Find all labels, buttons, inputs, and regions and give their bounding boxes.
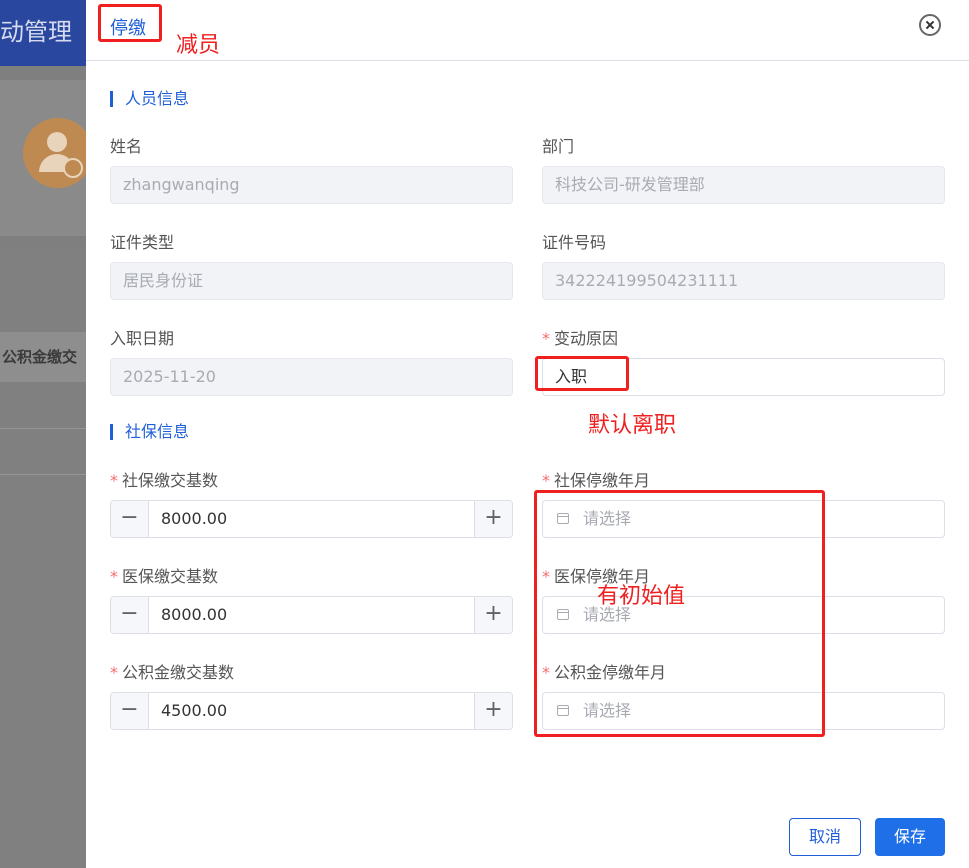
section-title-social: 社保信息 bbox=[110, 424, 189, 440]
background-column-label: 公积金缴交 bbox=[2, 348, 78, 366]
medical-base-stepper: − 8000.00 + bbox=[110, 596, 513, 634]
annotation-date-note: 有初始值 bbox=[597, 584, 686, 609]
name-label: 姓名 bbox=[110, 137, 143, 156]
id-type-label: 证件类型 bbox=[110, 233, 175, 252]
medical-base-input[interactable]: 8000.00 bbox=[161, 597, 227, 633]
annotation-box-reason bbox=[535, 356, 629, 391]
stop-payment-drawer: 停缴 人员信息 姓名 zhangwanqing 部门 科技公司-研发管理部 证件… bbox=[86, 0, 969, 868]
id-type-field: 居民身份证 bbox=[110, 262, 513, 300]
background-page: 动管理 公积金缴交 bbox=[0, 0, 86, 868]
department-label: 部门 bbox=[542, 137, 575, 156]
department-field: 科技公司-研发管理部 bbox=[542, 166, 945, 204]
decrement-button[interactable]: − bbox=[111, 597, 149, 633]
id-number-label: 证件号码 bbox=[542, 233, 607, 252]
annotation-reason-note: 默认离职 bbox=[588, 413, 677, 438]
background-column-header: 公积金缴交 bbox=[0, 332, 86, 382]
section-title-person: 人员信息 bbox=[110, 91, 189, 107]
annotation-box-title bbox=[98, 4, 162, 42]
annotation-title-note: 减员 bbox=[176, 33, 221, 58]
required-mark: * bbox=[110, 471, 118, 490]
social-base-input[interactable]: 8000.00 bbox=[161, 501, 227, 537]
fund-base-input[interactable]: 4500.00 bbox=[161, 693, 227, 729]
cancel-button[interactable]: 取消 bbox=[789, 818, 861, 856]
background-title: 动管理 bbox=[0, 18, 72, 46]
name-field: zhangwanqing bbox=[110, 166, 513, 204]
medical-base-label: * 医保缴交基数 bbox=[110, 567, 219, 586]
hire-date-label: 入职日期 bbox=[110, 329, 175, 348]
required-mark: * bbox=[542, 471, 550, 490]
save-button[interactable]: 保存 bbox=[875, 818, 945, 856]
background-divider bbox=[0, 474, 86, 475]
user-minus-avatar-icon bbox=[23, 118, 86, 188]
social-stop-label: * 社保停缴年月 bbox=[542, 471, 651, 490]
increment-button[interactable]: + bbox=[474, 693, 512, 729]
required-mark: * bbox=[110, 567, 118, 586]
required-mark: * bbox=[110, 663, 118, 682]
fund-base-label: * 公积金缴交基数 bbox=[110, 663, 235, 682]
change-reason-label: * 变动原因 bbox=[542, 329, 619, 348]
required-mark: * bbox=[542, 329, 550, 348]
increment-button[interactable]: + bbox=[474, 501, 512, 537]
background-divider bbox=[0, 428, 86, 429]
social-base-stepper: − 8000.00 + bbox=[110, 500, 513, 538]
decrement-button[interactable]: − bbox=[111, 501, 149, 537]
increment-button[interactable]: + bbox=[474, 597, 512, 633]
close-icon[interactable] bbox=[919, 14, 941, 36]
fund-base-stepper: − 4500.00 + bbox=[110, 692, 513, 730]
annotation-box-dates bbox=[534, 490, 825, 737]
background-header: 动管理 bbox=[0, 0, 86, 66]
social-base-label: * 社保缴交基数 bbox=[110, 471, 219, 490]
decrement-button[interactable]: − bbox=[111, 693, 149, 729]
hire-date-field: 2025-11-20 bbox=[110, 358, 513, 396]
id-number-field: 342224199504231111 bbox=[542, 262, 945, 300]
